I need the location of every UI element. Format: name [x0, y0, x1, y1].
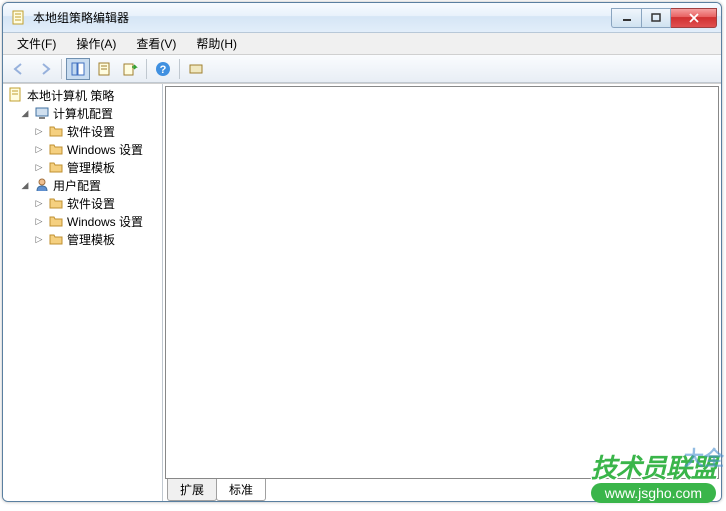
window-controls — [611, 8, 717, 28]
folder-icon — [48, 195, 64, 211]
menubar: 文件(F) 操作(A) 查看(V) 帮助(H) — [3, 33, 721, 55]
tree-label: 本地计算机 策略 — [27, 87, 114, 104]
toolbar-separator — [61, 59, 62, 79]
tree-label: 计算机配置 — [53, 105, 113, 122]
collapse-icon[interactable]: ◢ — [19, 107, 31, 119]
tree-label: 软件设置 — [67, 123, 115, 140]
menu-action[interactable]: 操作(A) — [66, 33, 126, 54]
tree-label: Windows 设置 — [67, 141, 143, 158]
toolbar-separator — [146, 59, 147, 79]
tree-label: 管理模板 — [67, 231, 115, 248]
titlebar[interactable]: 本地组策略编辑器 — [3, 3, 721, 33]
expand-icon[interactable]: ▷ — [33, 125, 45, 137]
bottom-tabs: 扩展 标准 — [163, 479, 721, 501]
window-title: 本地组策略编辑器 — [33, 9, 611, 26]
tree-label: Windows 设置 — [67, 213, 143, 230]
tree-label: 管理模板 — [67, 159, 115, 176]
tree-user-config[interactable]: ◢ 用户配置 — [5, 176, 160, 194]
close-button[interactable] — [671, 8, 717, 28]
tree-user-admin[interactable]: ▷ 管理模板 — [5, 230, 160, 248]
expand-icon[interactable]: ▷ — [33, 197, 45, 209]
back-button[interactable] — [7, 58, 31, 80]
folder-icon — [48, 141, 64, 157]
tree-user-software[interactable]: ▷ 软件设置 — [5, 194, 160, 212]
tab-extended[interactable]: 扩展 — [167, 479, 217, 501]
tree-comp-admin[interactable]: ▷ 管理模板 — [5, 158, 160, 176]
collapse-icon[interactable]: ◢ — [19, 179, 31, 191]
tree-comp-windows[interactable]: ▷ Windows 设置 — [5, 140, 160, 158]
expand-icon[interactable]: ▷ — [33, 215, 45, 227]
expand-icon[interactable]: ▷ — [33, 233, 45, 245]
computer-icon — [34, 105, 50, 121]
menu-view[interactable]: 查看(V) — [126, 33, 186, 54]
tree-user-windows[interactable]: ▷ Windows 设置 — [5, 212, 160, 230]
export-button[interactable] — [118, 58, 142, 80]
watermark-side: 大全 — [684, 442, 724, 471]
tree-comp-software[interactable]: ▷ 软件设置 — [5, 122, 160, 140]
tree-panel[interactable]: 本地计算机 策略 ◢ 计算机配置 ▷ 软件设置 ▷ — [3, 84, 163, 501]
svg-text:?: ? — [160, 64, 167, 76]
folder-icon — [48, 159, 64, 175]
menu-help[interactable]: 帮助(H) — [186, 33, 247, 54]
app-icon — [11, 10, 27, 26]
help-button[interactable]: ? — [151, 58, 175, 80]
minimize-button[interactable] — [611, 8, 641, 28]
properties-button[interactable] — [92, 58, 116, 80]
app-window: 本地组策略编辑器 文件(F) 操作(A) 查看(V) 帮助(H) — [2, 2, 722, 502]
content-area: 本地计算机 策略 ◢ 计算机配置 ▷ 软件设置 ▷ — [3, 83, 721, 501]
toolbar: ? — [3, 55, 721, 83]
user-icon — [34, 177, 50, 193]
tree-label: 软件设置 — [67, 195, 115, 212]
show-hide-tree-button[interactable] — [66, 58, 90, 80]
filter-button[interactable] — [184, 58, 208, 80]
tab-standard[interactable]: 标准 — [216, 479, 266, 501]
folder-icon — [48, 123, 64, 139]
maximize-button[interactable] — [641, 8, 671, 28]
policy-icon — [8, 87, 24, 103]
expand-icon[interactable]: ▷ — [33, 143, 45, 155]
expand-icon[interactable]: ▷ — [33, 161, 45, 173]
tree-computer-config[interactable]: ◢ 计算机配置 — [5, 104, 160, 122]
detail-view[interactable] — [165, 86, 719, 479]
folder-icon — [48, 231, 64, 247]
folder-icon — [48, 213, 64, 229]
toolbar-separator — [179, 59, 180, 79]
tree-root[interactable]: 本地计算机 策略 — [5, 86, 160, 104]
forward-button[interactable] — [33, 58, 57, 80]
tree-label: 用户配置 — [53, 177, 101, 194]
menu-file[interactable]: 文件(F) — [7, 33, 66, 54]
right-panel: 扩展 标准 — [163, 84, 721, 501]
